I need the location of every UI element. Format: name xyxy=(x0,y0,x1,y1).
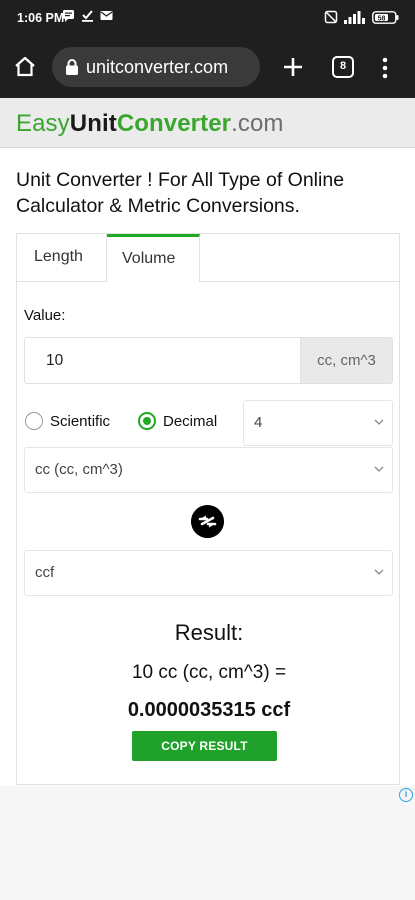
ad-area xyxy=(0,786,415,900)
value-unit-addon: cc, cm^3 xyxy=(300,338,392,383)
battery-level: 58 xyxy=(378,15,386,22)
mail-icon xyxy=(100,11,113,20)
swap-arrows-icon[interactable] xyxy=(191,505,224,538)
address-bar[interactable]: unitconverter.com xyxy=(52,47,260,87)
precision-value: 4 xyxy=(254,414,263,431)
tab-divider xyxy=(200,281,400,282)
tab-volume-label: Volume xyxy=(122,250,176,267)
site-header: EasyUnitConverter.com xyxy=(0,98,415,148)
precision-select[interactable]: 4 xyxy=(243,400,393,446)
site-logo[interactable]: EasyUnitConverter.com xyxy=(16,110,284,138)
value-field: cc, cm^3 xyxy=(24,337,393,384)
tab-length-label: Length xyxy=(34,248,83,265)
tab-count: 8 xyxy=(339,60,347,72)
value-input[interactable] xyxy=(25,338,300,383)
chevron-down-icon xyxy=(374,466,384,472)
converter-card: Length Volume Value: cc, cm^3 Scientific… xyxy=(16,233,400,785)
tab-length[interactable]: Length xyxy=(17,234,107,282)
signal-icon xyxy=(344,10,365,24)
to-unit-value: ccf xyxy=(35,564,55,581)
system-icons: 58 xyxy=(324,10,399,24)
logo-part-easy: Easy xyxy=(16,110,70,137)
result-equation: 10 cc (cc, cm^3) = xyxy=(131,662,287,683)
result-value: 0.0000035315 ccf xyxy=(127,699,291,721)
notification-icons xyxy=(62,9,113,22)
from-unit-select[interactable]: cc (cc, cm^3) xyxy=(24,447,393,493)
logo-part-unit: Unit xyxy=(69,110,117,137)
tab-volume[interactable]: Volume xyxy=(107,234,200,282)
scientific-label[interactable]: Scientific xyxy=(50,413,110,430)
status-time: 1:06 PM xyxy=(17,11,65,25)
from-unit-value: cc (cc, cm^3) xyxy=(35,461,123,478)
copy-result-button[interactable]: COPY RESULT xyxy=(132,731,277,761)
chevron-down-icon xyxy=(374,569,384,575)
battery-icon: 58 xyxy=(372,10,399,24)
decimal-radio[interactable] xyxy=(138,412,156,430)
url-text[interactable]: unitconverter.com xyxy=(86,57,256,78)
home-icon[interactable] xyxy=(13,55,37,79)
page-headline: Unit Converter ! For All Type of Online … xyxy=(16,169,345,217)
lock-icon[interactable] xyxy=(64,58,80,76)
status-bar: 1:06 PM 58 xyxy=(0,0,415,36)
alarm-off-icon xyxy=(324,10,338,24)
more-vert-icon[interactable] xyxy=(381,56,389,80)
chevron-down-icon xyxy=(374,419,384,425)
browser-toolbar: unitconverter.com 8 xyxy=(0,36,415,98)
info-icon[interactable]: i xyxy=(399,788,413,802)
message-icon xyxy=(63,10,74,22)
logo-part-converter: Converter xyxy=(116,110,232,137)
tab-switcher-icon[interactable]: 8 xyxy=(332,56,354,78)
decimal-label[interactable]: Decimal xyxy=(163,413,217,430)
logo-part-domain: .com xyxy=(231,110,284,137)
to-unit-select[interactable]: ccf xyxy=(24,550,393,596)
value-label: Value: xyxy=(24,307,66,324)
scientific-radio[interactable] xyxy=(25,412,43,430)
plus-icon[interactable] xyxy=(280,54,306,80)
result-title: Result: xyxy=(174,620,244,645)
download-done-icon xyxy=(82,10,93,22)
